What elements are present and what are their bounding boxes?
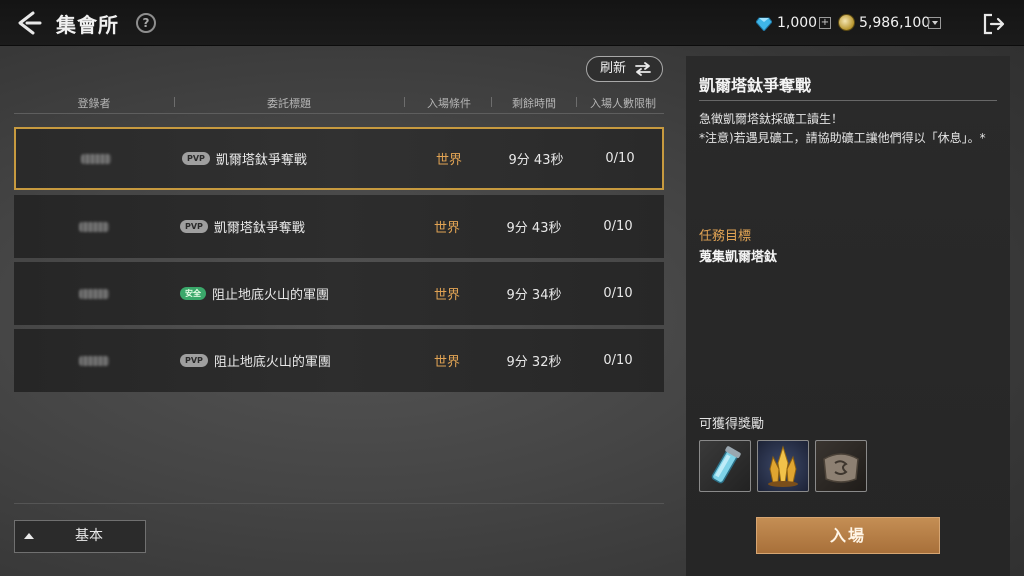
blurred-name bbox=[79, 355, 109, 366]
request-title: PVP 凱爾塔鈦爭奪戰 bbox=[182, 129, 402, 188]
column-divider bbox=[174, 97, 175, 107]
column-header-title: 委託標題 bbox=[267, 97, 311, 110]
request-title: 安全 阻止地底火山的軍團 bbox=[180, 262, 400, 325]
request-title-text: 阻止地底火山的軍團 bbox=[212, 288, 330, 303]
mission-goal-label: 任務目標 bbox=[699, 229, 752, 244]
table-row[interactable]: 安全 阻止地底火山的軍團 世界 9分 34秒 0/10 bbox=[14, 262, 664, 325]
detail-title: 凱爾塔鈦爭奪戰 bbox=[699, 76, 812, 95]
remaining-time: 9分 34秒 bbox=[506, 288, 562, 303]
exit-icon[interactable] bbox=[982, 13, 1006, 35]
back-icon[interactable] bbox=[14, 9, 44, 37]
table-row[interactable]: PVP 阻止地底火山的軍團 世界 9分 32秒 0/10 bbox=[14, 329, 664, 392]
entry-capacity: 0/10 bbox=[603, 219, 633, 234]
remaining-time: 9分 43秒 bbox=[508, 153, 564, 168]
blurred-name bbox=[79, 288, 109, 299]
column-header-registrant: 登錄者 bbox=[77, 97, 111, 110]
entry-capacity: 0/10 bbox=[603, 286, 633, 301]
filter-basic-button[interactable]: 基本 bbox=[14, 520, 146, 553]
arrow-up-icon bbox=[24, 533, 34, 539]
registrant-name bbox=[54, 195, 134, 258]
entry-capacity: 0/10 bbox=[603, 353, 633, 368]
request-title: PVP 阻止地底火山的軍團 bbox=[180, 329, 400, 392]
registrant-name bbox=[54, 329, 134, 392]
entry-condition: 世界 bbox=[435, 153, 462, 168]
page-title: 集會所 bbox=[56, 13, 119, 37]
column-header-condition: 入場條件 bbox=[427, 97, 471, 110]
reward-slot[interactable] bbox=[757, 440, 809, 492]
blurred-name bbox=[79, 221, 109, 232]
entry-condition: 世界 bbox=[433, 221, 460, 236]
column-divider bbox=[404, 97, 405, 107]
mission-goal-value: 蒐集凱爾塔鈦 bbox=[699, 250, 778, 265]
reward-label: 可獲得獎勵 bbox=[699, 417, 765, 432]
request-detail-panel: 凱爾塔鈦爭奪戰 急徵凱爾塔鈦採礦工讀生！ *注意)若遇見礦工，請協助礦工讓他們得… bbox=[686, 56, 1010, 576]
safe-badge: 安全 bbox=[180, 287, 206, 300]
coin-icon bbox=[838, 14, 855, 31]
remaining-time: 9分 43秒 bbox=[506, 221, 562, 236]
request-title-text: 阻止地底火山的軍團 bbox=[213, 355, 331, 370]
refresh-label: 刷新 bbox=[600, 61, 627, 76]
crystal-vial-icon bbox=[711, 446, 741, 484]
request-title-text: 凱爾塔鈦爭奪戰 bbox=[213, 221, 305, 236]
registrant-name bbox=[54, 262, 134, 325]
enter-button[interactable]: 入場 bbox=[756, 517, 940, 554]
add-gems-icon[interactable]: + bbox=[819, 17, 831, 29]
column-divider bbox=[491, 97, 492, 107]
swap-arrows-icon bbox=[635, 62, 651, 76]
registrant-name bbox=[56, 129, 136, 188]
request-title-text: 凱爾塔鈦爭奪戰 bbox=[215, 153, 307, 168]
gem-count: 1,000 bbox=[777, 15, 818, 31]
top-bar: 集會所 ? 1,000 + 5,986,100 bbox=[0, 0, 1024, 46]
description-line: 急徵凱爾塔鈦採礦工讀生！ bbox=[699, 112, 844, 126]
list-divider bbox=[14, 503, 664, 504]
column-header-time: 剩餘時間 bbox=[512, 97, 556, 110]
entry-capacity: 0/10 bbox=[605, 151, 635, 166]
currency-dropdown-icon[interactable] bbox=[928, 17, 941, 29]
gold-crystal-icon bbox=[768, 445, 798, 487]
pvp-badge: PVP bbox=[182, 152, 210, 165]
blurred-name bbox=[81, 153, 111, 164]
refresh-button[interactable]: 刷新 bbox=[586, 56, 663, 82]
table-row[interactable]: PVP 凱爾塔鈦爭奪戰 世界 9分 43秒 0/10 bbox=[14, 127, 664, 190]
coin-count: 5,986,100 bbox=[859, 15, 931, 31]
pvp-badge: PVP bbox=[180, 354, 208, 367]
pvp-badge: PVP bbox=[180, 220, 208, 233]
detail-description: 急徵凱爾塔鈦採礦工讀生！ *注意)若遇見礦工，請協助礦工讓他們得以「休息」。* bbox=[699, 110, 999, 148]
help-icon[interactable]: ? bbox=[136, 13, 156, 33]
reward-slot[interactable] bbox=[699, 440, 751, 492]
column-header-capacity: 入場人數限制 bbox=[590, 97, 656, 110]
detail-divider bbox=[699, 100, 997, 101]
request-title: PVP 凱爾塔鈦爭奪戰 bbox=[180, 195, 400, 258]
description-note: *注意)若遇見礦工，請協助礦工讓他們得以「休息」。* bbox=[699, 131, 986, 145]
reward-slot[interactable] bbox=[815, 440, 867, 492]
scroll-pouch-icon bbox=[823, 453, 859, 483]
table-header: 登錄者 委託標題 入場條件 剩餘時間 入場人數限制 bbox=[14, 90, 664, 114]
filter-basic-label: 基本 bbox=[75, 528, 103, 544]
entry-condition: 世界 bbox=[433, 355, 460, 370]
remaining-time: 9分 32秒 bbox=[506, 355, 562, 370]
entry-condition: 世界 bbox=[433, 288, 460, 303]
column-divider bbox=[576, 97, 577, 107]
gem-icon bbox=[755, 16, 773, 32]
table-row[interactable]: PVP 凱爾塔鈦爭奪戰 世界 9分 43秒 0/10 bbox=[14, 195, 664, 258]
